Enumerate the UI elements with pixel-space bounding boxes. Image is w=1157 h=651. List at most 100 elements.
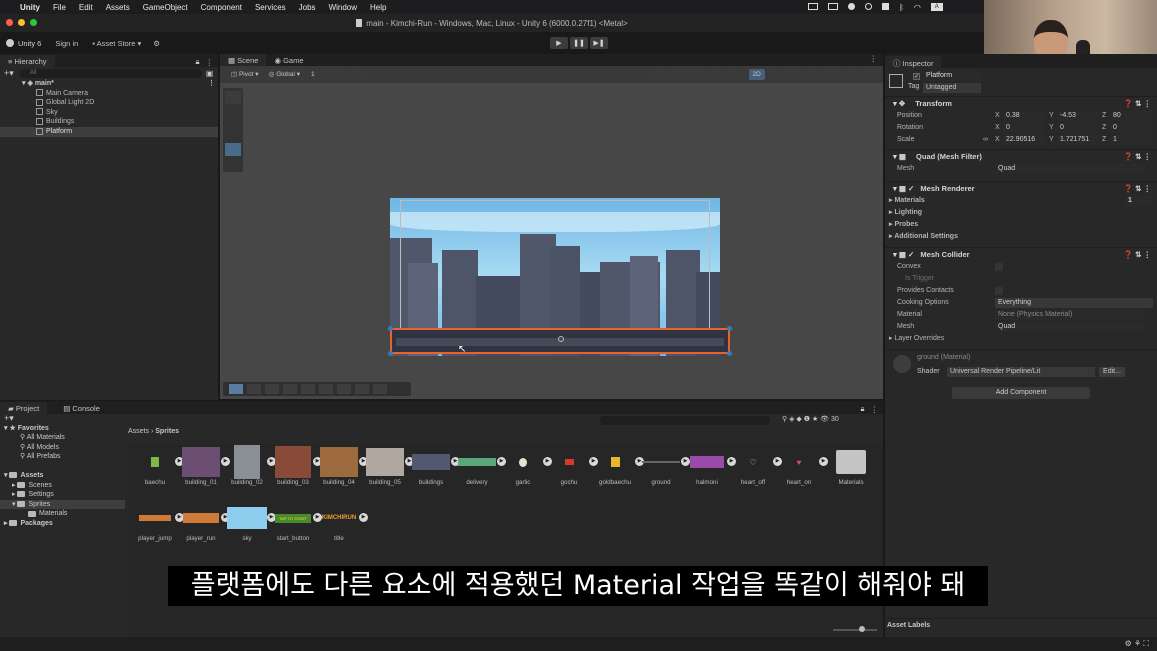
visibility-toggle[interactable]: [804, 69, 819, 80]
menu-jobs[interactable]: Jobs: [299, 3, 316, 12]
asset-heart-on[interactable]: ♥ ▶ heart_on: [776, 445, 828, 486]
share-icon[interactable]: [865, 3, 872, 10]
lit-button[interactable]: [689, 69, 705, 80]
account-button[interactable]: Unity 6: [18, 39, 41, 48]
play-button[interactable]: ▶: [550, 37, 568, 49]
flip-tile-tool[interactable]: [373, 384, 387, 394]
asset-baechu[interactable]: ▶ baechu: [132, 445, 184, 486]
draw-mode-button[interactable]: [653, 69, 670, 80]
more-menu-icon[interactable]: ⋮: [206, 58, 214, 67]
asset-labels-bar[interactable]: Asset Labels: [885, 618, 1157, 632]
pause-button[interactable]: ❚❚: [570, 37, 588, 49]
packages-folder[interactable]: ▸ Packages: [0, 519, 125, 529]
grid-size-field[interactable]: 1: [306, 69, 327, 80]
handle-bl[interactable]: [388, 351, 393, 356]
position-y-field[interactable]: -4.53: [1057, 111, 1099, 121]
scale-x-field[interactable]: 22.90516: [1003, 135, 1045, 145]
minimize-window-icon[interactable]: [18, 19, 25, 26]
physics-material-field[interactable]: None (Physics Material): [995, 310, 1145, 320]
expand-icon[interactable]: ▶: [359, 513, 368, 522]
camera-dropdown[interactable]: [820, 69, 840, 80]
favorites-foldout[interactable]: ▾ ★ Favorites: [0, 424, 125, 434]
handle-br[interactable]: [727, 351, 732, 356]
fav-all-prefabs[interactable]: ⚲ All Prefabs: [0, 452, 125, 462]
tab-hierarchy[interactable]: ≡ Hierarchy: [0, 55, 55, 67]
erase-tool[interactable]: [319, 384, 333, 394]
zoom-window-icon[interactable]: [30, 19, 37, 26]
scale-tool[interactable]: [225, 130, 241, 143]
menu-window[interactable]: Window: [329, 3, 357, 12]
thumbnail-size-slider[interactable]: [833, 626, 877, 632]
render-dropdown[interactable]: [724, 69, 741, 80]
pivot-handle[interactable]: [558, 336, 564, 342]
asset-building-01[interactable]: ▶ building_01: [178, 445, 230, 486]
pivot-dropdown[interactable]: ◫ Pivot ▾: [228, 69, 264, 80]
tag-dropdown[interactable]: Untagged: [923, 83, 981, 93]
asset-buildings[interactable]: ▶ buildings: [408, 445, 460, 486]
hierarchy-item-global-light[interactable]: Global Light 2D: [0, 98, 218, 108]
menu-services[interactable]: Services: [255, 3, 286, 12]
asset-player-jump[interactable]: ▶ player_jump: [132, 501, 184, 542]
bluetooth-icon[interactable]: ᛒ: [899, 3, 904, 12]
close-window-icon[interactable]: [6, 19, 13, 26]
rotate-tile-tool[interactable]: [355, 384, 369, 394]
asset-title[interactable]: KIMCHIRUN ▶ title: [316, 501, 368, 542]
project-add-row[interactable]: +▾: [0, 413, 125, 424]
hierarchy-item-buildings[interactable]: Buildings: [0, 117, 218, 127]
screen-record-icon[interactable]: [808, 3, 818, 10]
audio-toggle[interactable]: [782, 69, 803, 80]
layer-overrides-foldout[interactable]: ▸ Layer Overrides: [885, 333, 1157, 345]
component-menu-icons[interactable]: ❓ ⇅ ⋮: [1124, 182, 1151, 196]
move-tile-tool[interactable]: [247, 384, 261, 394]
hierarchy-search-input[interactable]: All: [19, 68, 202, 78]
folder-sprites[interactable]: ▾ Sprites: [0, 499, 125, 510]
asset-halmoni[interactable]: ▶ halmoni: [684, 445, 736, 486]
menu-assets[interactable]: Assets: [106, 3, 130, 12]
asset-sky[interactable]: ▶ sky: [224, 501, 276, 542]
hierarchy-item-platform[interactable]: Platform: [0, 126, 218, 137]
snap-dropdown[interactable]: [328, 69, 347, 80]
increment-snap-dropdown[interactable]: [348, 69, 367, 80]
rotation-x-field[interactable]: 0: [1003, 123, 1045, 133]
asset-building-03[interactable]: ▶ building_03: [270, 445, 322, 486]
scene-view[interactable]: ◫ Pivot ▾ ◎ Global ▾ 1 2D ↖: [220, 66, 883, 399]
scene-root-row[interactable]: ▾ ◈ main* ⋮: [0, 79, 218, 89]
probes-foldout[interactable]: ▸ Probes: [885, 219, 1157, 231]
lighting-toggle[interactable]: [766, 69, 781, 80]
object-name-field[interactable]: Platform: [923, 71, 981, 81]
menu-app-name[interactable]: Unity: [20, 3, 40, 12]
assets-folder[interactable]: ▾ Assets: [0, 471, 125, 481]
box-fill-tool[interactable]: [283, 384, 297, 394]
shader-dropdown[interactable]: Universal Render Pipeline/Lit: [947, 367, 1095, 377]
fav-all-models[interactable]: ⚲ All Models: [0, 443, 125, 453]
display-icon[interactable]: [828, 3, 838, 10]
tab-game[interactable]: ◉ Game: [266, 54, 311, 66]
hand-tool[interactable]: [225, 91, 241, 104]
hierarchy-item-main-camera[interactable]: Main Camera: [0, 89, 218, 99]
gizmos-dropdown[interactable]: [841, 69, 862, 80]
convex-checkbox[interactable]: [995, 263, 1003, 271]
asset-player-run[interactable]: ▶ player_run: [178, 501, 230, 542]
rotation-z-field[interactable]: 0: [1110, 123, 1152, 133]
add-button[interactable]: +▾: [4, 68, 14, 79]
wire-button[interactable]: [706, 69, 723, 80]
move-tool[interactable]: [225, 104, 241, 117]
lighting-foldout[interactable]: ▸ Lighting: [885, 207, 1157, 219]
breadcrumb-sprites[interactable]: Sprites: [155, 428, 179, 435]
mesh-collider-header[interactable]: ▾ ▦ ✓ Mesh Collider ❓ ⇅ ⋮: [885, 247, 1157, 261]
asset-building-05[interactable]: ▶ building_05: [362, 445, 414, 486]
select-tile-tool[interactable]: [229, 384, 243, 394]
shading-button[interactable]: [671, 69, 688, 80]
asset-garlic[interactable]: ▶ garlic: [500, 445, 552, 486]
position-x-field[interactable]: 0.38: [1003, 111, 1045, 121]
additional-settings-foldout[interactable]: ▸ Additional Settings: [885, 231, 1157, 243]
platform-sprite-selected[interactable]: [388, 326, 732, 356]
global-dropdown[interactable]: ◎ Global ▾: [265, 69, 305, 80]
pick-tool[interactable]: [301, 384, 315, 394]
scale-z-field[interactable]: 1: [1110, 135, 1152, 145]
active-checkbox[interactable]: ✓: [913, 73, 920, 80]
asset-gochu[interactable]: ▶ gochu: [546, 445, 598, 486]
expand-icon[interactable]: ▶: [819, 457, 828, 466]
lock-icon[interactable]: 🔒︎: [196, 57, 200, 67]
sign-in-button[interactable]: Sign in: [55, 39, 78, 48]
